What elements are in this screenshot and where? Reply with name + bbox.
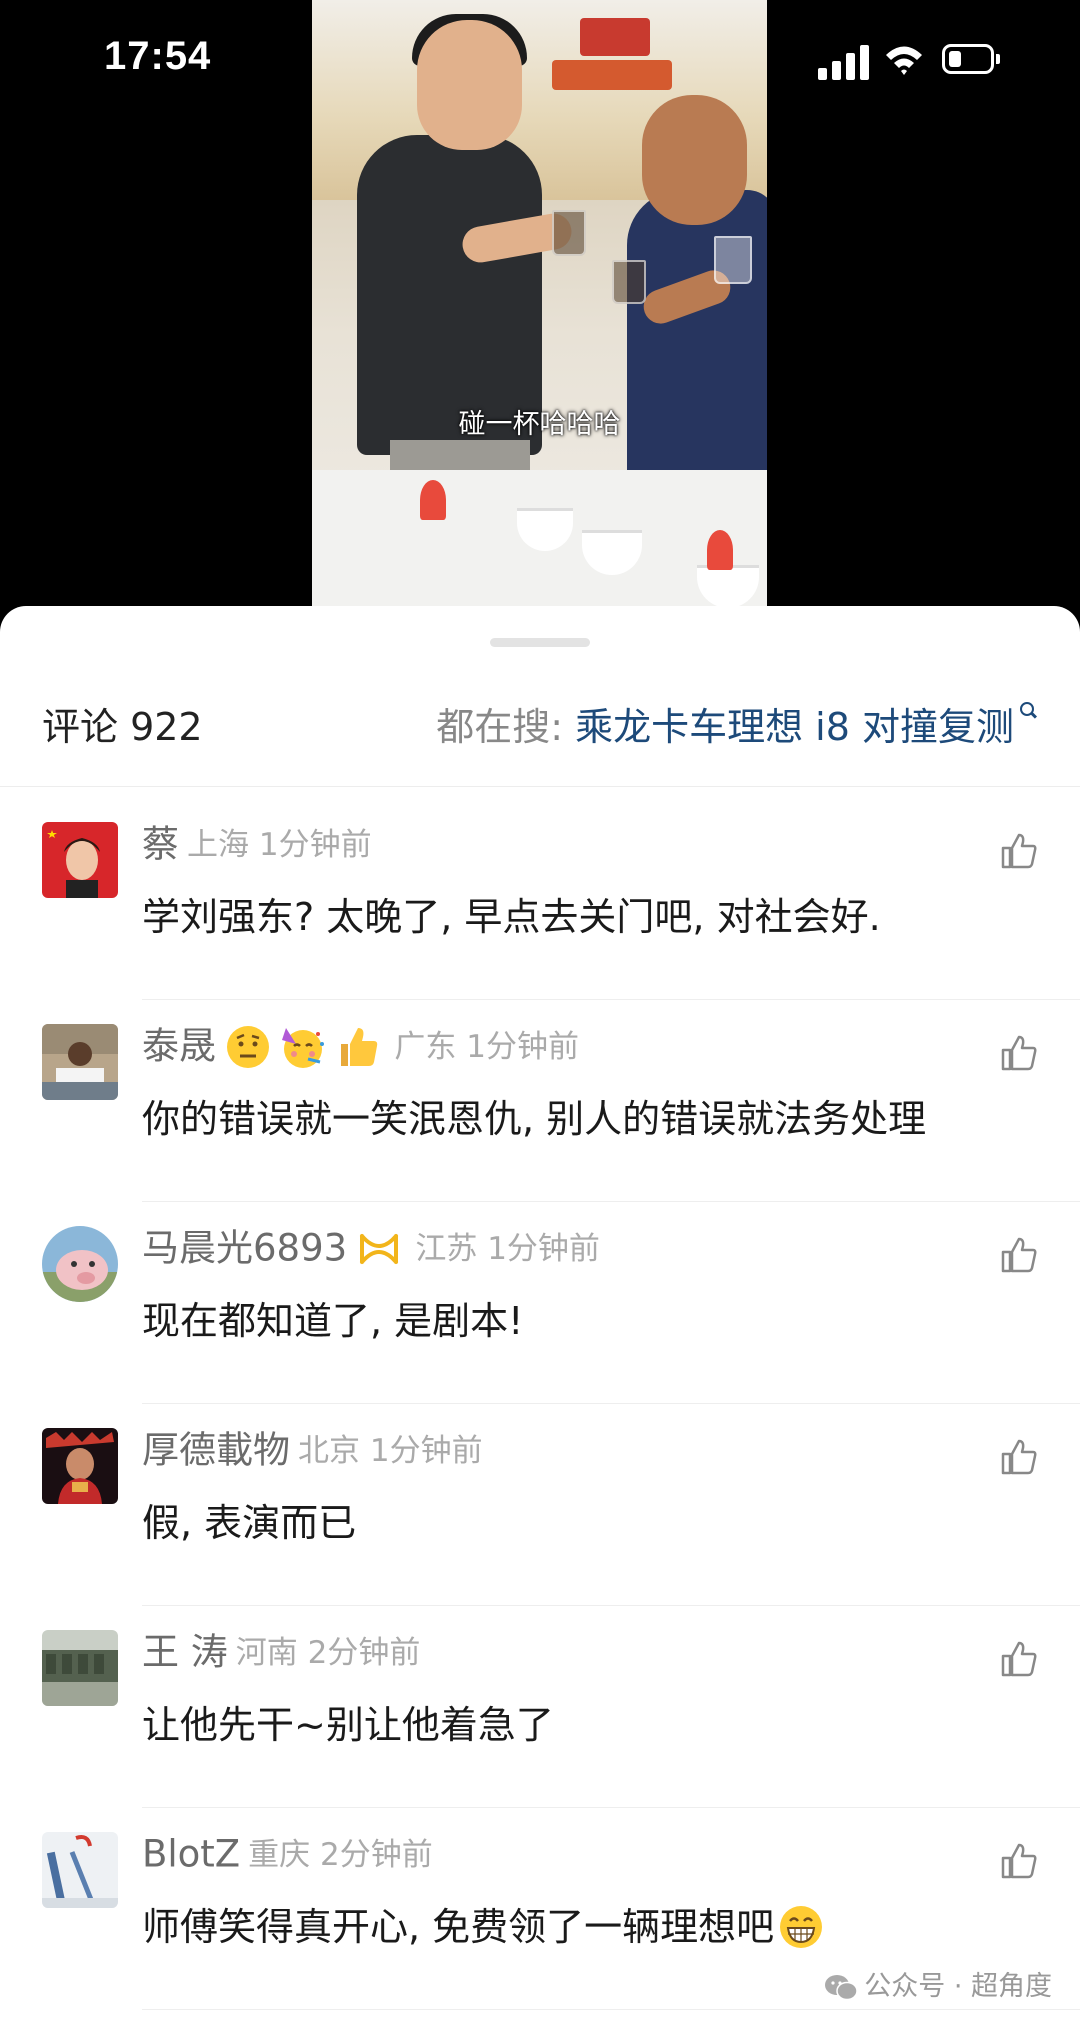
comment-meta: 上海 1分钟前 (187, 826, 372, 863)
header-divider (0, 786, 1080, 787)
status-bar: 17:54 (0, 0, 1080, 120)
comment-text: 让他先干~别让他着急了 (142, 1703, 554, 1747)
comment-text: 师傅笑得真开心, 免费领了一辆理想吧 (142, 1896, 824, 1951)
avatar[interactable] (42, 1428, 118, 1504)
comment-author[interactable]: 厚德載物 (142, 1429, 290, 1472)
comment-item: 蔡上海 1分钟前 学刘强东? 太晚了, 早点去关门吧, 对社会好. (0, 798, 1080, 1000)
search-topic[interactable]: 乘龙卡车理想 i8 对撞复测 (575, 705, 1014, 749)
thumbs-up-icon[interactable] (1000, 832, 1038, 870)
party-face-emoji (282, 1027, 325, 1068)
thumbs-up-icon[interactable] (1000, 1842, 1038, 1880)
sheet-drag-handle[interactable] (490, 638, 590, 647)
comment-meta: 重庆 2分钟前 (248, 1836, 433, 1873)
search-prefix: 都在搜: (436, 705, 576, 749)
row-divider (142, 2009, 1080, 2010)
search-icon (1020, 702, 1038, 720)
comment-item: 马晨光6893 江苏 1分钟前 现在都知道了, 是剧本! (0, 1202, 1080, 1404)
thumbs-up-icon[interactable] (1000, 1640, 1038, 1678)
comment-text: 你的错误就一笑泯恩仇, 别人的错误就法务处理 (142, 1097, 927, 1141)
comments-sheet: 评论 922 都在搜: 乘龙卡车理想 i8 对撞复测 蔡上海 1分钟前 学刘强东… (0, 606, 1080, 2025)
comment-item: 王 涛河南 2分钟前 让他先干~别让他着急了 (0, 1606, 1080, 1808)
video-caption: 碰一杯哈哈哈 (458, 409, 621, 440)
comment-meta: 广东 1分钟前 (394, 1028, 579, 1065)
watermark: 公众号 · 超角度 (824, 1964, 1052, 2003)
comment-author[interactable]: BlotZ (142, 1833, 240, 1876)
comment-author[interactable]: 蔡 (142, 823, 179, 866)
comment-author[interactable]: 马晨光6893 (142, 1227, 347, 1270)
avatar[interactable] (42, 1630, 118, 1706)
comment-text: 学刘强东? 太晚了, 早点去关门吧, 对社会好. (142, 895, 881, 939)
grinning-emoji (780, 1905, 823, 1948)
comment-author[interactable]: 王 涛 (142, 1631, 228, 1674)
comment-item: 泰晟 广东 1分钟前 你的错误就一笑泯恩仇, 别人的错误就法务处理 (0, 1000, 1080, 1202)
comment-meta: 北京 1分钟前 (298, 1432, 483, 1469)
comment-meta: 江苏 1分钟前 (415, 1230, 600, 1267)
raised-eyebrow-emoji (227, 1025, 270, 1068)
comment-item: 厚德載物 北京 1分钟前 假, 表演而已 (0, 1404, 1080, 1606)
avatar[interactable] (42, 1226, 118, 1302)
comment-text: 假, 表演而已 (142, 1501, 357, 1545)
avatar[interactable] (42, 1832, 118, 1908)
thumbs-up-icon[interactable] (1000, 1034, 1038, 1072)
trending-search-link[interactable]: 都在搜: 乘龙卡车理想 i8 对撞复测 (436, 696, 1038, 751)
comment-meta: 河南 2分钟前 (235, 1634, 421, 1671)
watermark-text: 公众号 · 超角度 (864, 1971, 1052, 2002)
battery-icon (942, 44, 1004, 76)
comment-text-body: 师傅笑得真开心, 免费领了一辆理想吧 (142, 1905, 775, 1949)
wechat-icon (825, 1974, 858, 2000)
comment-author[interactable]: 泰晟 (142, 1025, 216, 1068)
thumbs-up-icon[interactable] (1000, 1438, 1038, 1476)
comment-text: 现在都知道了, 是剧本! (142, 1299, 524, 1343)
thumbs-up-icon[interactable] (1000, 1236, 1038, 1274)
wifi-icon (886, 46, 922, 75)
vip-badge-icon (360, 1233, 399, 1264)
comments-header: 评论 922 都在搜: 乘龙卡车理想 i8 对撞复测 (0, 696, 1080, 756)
avatar[interactable] (42, 1024, 118, 1100)
avatar[interactable] (42, 822, 118, 898)
comment-count: 评论 922 (42, 705, 203, 749)
cellular-signal-icon (818, 44, 870, 80)
thumbs-up-emoji (341, 1027, 378, 1066)
status-time: 17:54 (104, 34, 212, 78)
